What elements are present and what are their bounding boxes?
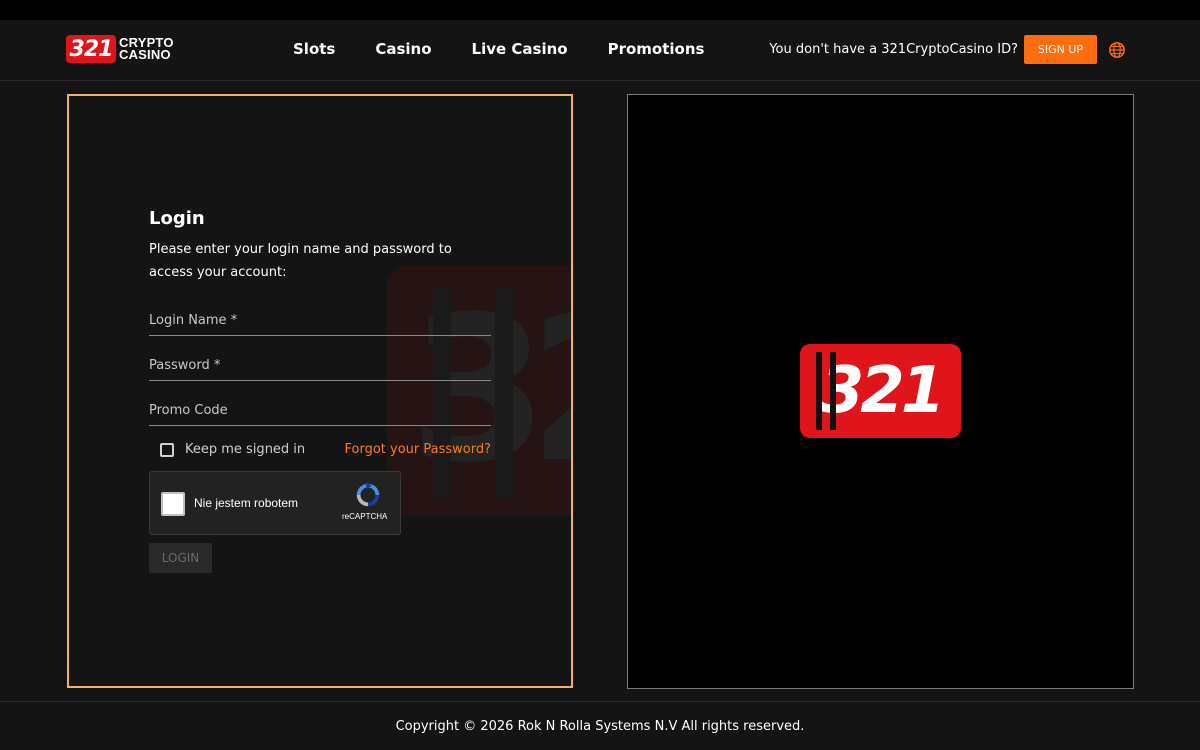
login-panel: 32 Login Please enter your login name an… (67, 94, 573, 688)
keep-signed-in-checkbox[interactable] (160, 442, 174, 457)
main-nav: Slots Casino Live Casino Promotions (293, 40, 704, 58)
login-button[interactable]: LOGIN (149, 543, 212, 573)
login-title: Login (149, 208, 205, 229)
login-description: Please enter your login name and passwor… (149, 242, 452, 280)
keep-signed-in[interactable]: Keep me signed in (149, 442, 305, 457)
recaptcha-brand: reCAPTCHA (342, 512, 388, 521)
recaptcha-icon (356, 481, 380, 507)
password-field[interactable]: Password * (149, 351, 491, 381)
promo-logo: 321 (800, 344, 961, 438)
promo-code-input[interactable] (149, 396, 491, 425)
copyright-text: Copyright © 2026 Rok N Rolla Systems N.V… (395, 718, 805, 734)
signup-area: You don't have a 321CryptoCasino ID? SIG… (769, 35, 1126, 64)
recaptcha-widget: Nie jestem robotem reCAPTCHA (149, 471, 401, 535)
signup-button[interactable]: SIGN UP (1024, 35, 1097, 64)
logo-line-2: CASINO (119, 47, 171, 62)
forgot-password-link[interactable]: Forgot your Password? (344, 442, 491, 457)
top-strip (0, 0, 1200, 20)
nav-live-casino[interactable]: Live Casino (472, 40, 568, 58)
nav-slots[interactable]: Slots (293, 40, 335, 58)
nav-promotions[interactable]: Promotions (608, 40, 705, 58)
globe-icon[interactable] (1108, 41, 1126, 59)
signup-prompt: You don't have a 321CryptoCasino ID? (769, 42, 1018, 57)
site-logo[interactable]: 321 CRYPTO CASINO (66, 34, 174, 64)
site-header: 321 CRYPTO CASINO Slots Casino Live Casi… (0, 20, 1200, 81)
site-footer: Copyright © 2026 Rok N Rolla Systems N.V… (0, 701, 1200, 750)
keep-signed-in-label: Keep me signed in (185, 442, 306, 457)
login-name-input[interactable] (149, 306, 491, 335)
recaptcha-label: Nie jestem robotem (194, 496, 299, 510)
logo-wordmark: CRYPTO CASINO (119, 36, 174, 62)
promo-logo-bars (816, 352, 836, 430)
recaptcha-checkbox[interactable] (161, 492, 185, 516)
promo-logo-number: 321 (819, 354, 946, 428)
login-form: Login Please enter your login name and p… (149, 208, 493, 573)
password-input[interactable] (149, 351, 491, 380)
login-name-field[interactable]: Login Name * (149, 306, 491, 336)
promo-code-field[interactable]: Promo Code (149, 396, 491, 426)
keep-signed-in-row: Keep me signed in Forgot your Password? (149, 442, 491, 457)
logo-badge: 321 (66, 35, 116, 63)
nav-casino[interactable]: Casino (375, 40, 431, 58)
promo-panel: 321 (627, 94, 1134, 689)
